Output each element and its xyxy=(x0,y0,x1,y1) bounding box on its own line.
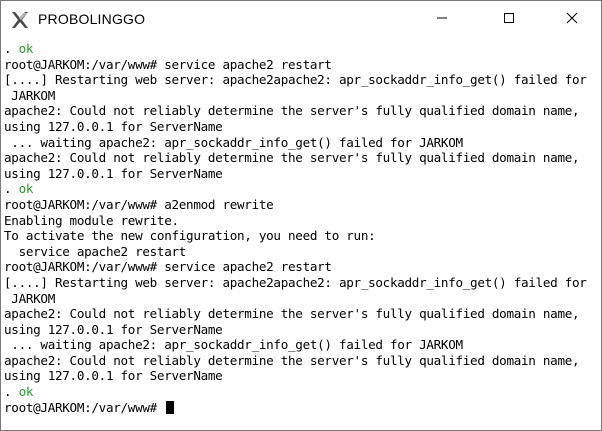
terminal-cursor xyxy=(166,400,175,414)
line-text: root@JARKOM:/var/www# service apache2 re… xyxy=(4,56,332,72)
terminal-line: [....] Restarting web server: apache2apa… xyxy=(4,275,587,291)
line-text: apache2: Could not reliably determine th… xyxy=(4,103,580,119)
line-text: [....] Restarting web server: apache2apa… xyxy=(4,72,587,88)
terminal-line: ... waiting apache2: apr_sockaddr_info_g… xyxy=(4,135,587,151)
terminal-line: To activate the new configuration, you n… xyxy=(4,228,587,244)
terminal-line: apache2: Could not reliably determine th… xyxy=(4,353,587,369)
terminal-output[interactable]: . ok root@JARKOM:/var/www# service apache… xyxy=(1,39,601,430)
minimize-button[interactable] xyxy=(419,1,465,39)
terminal-window: PROBOLINGGO . ok root@JARKOM:/var/www# se… xyxy=(0,0,602,431)
status-prefix: . xyxy=(4,181,19,197)
terminal-line: [....] Restarting web server: apache2apa… xyxy=(4,72,587,88)
line-text: ... waiting apache2: apr_sockaddr_info_g… xyxy=(4,337,463,353)
terminal-line: . ok xyxy=(4,181,587,197)
line-text: using 127.0.0.1 for ServerName xyxy=(4,118,223,134)
status-prefix: . xyxy=(4,384,19,400)
line-text: using 127.0.0.1 for ServerName xyxy=(4,321,223,337)
line-text: service apache2 restart xyxy=(4,243,187,259)
terminal-line: apache2: Could not reliably determine th… xyxy=(4,306,587,322)
ok-status: ok xyxy=(18,384,34,400)
window-title: PROBOLINGGO xyxy=(38,11,146,27)
terminal-lines: . ok root@JARKOM:/var/www# service apache… xyxy=(4,41,587,415)
maximize-button[interactable] xyxy=(486,1,532,39)
line-text: ... waiting apache2: apr_sockaddr_info_g… xyxy=(4,134,463,150)
line-text: Enabling module rewrite. xyxy=(4,212,179,228)
minimize-icon xyxy=(436,11,448,29)
ok-status: ok xyxy=(18,181,34,197)
line-text: using 127.0.0.1 for ServerName xyxy=(4,165,223,181)
putty-x-icon[interactable] xyxy=(10,10,30,30)
terminal-line: . ok xyxy=(4,41,587,57)
line-text: root@JARKOM:/var/www# a2enmod rewrite xyxy=(4,196,274,212)
line-text: JARKOM xyxy=(4,290,55,306)
line-text: root@JARKOM:/var/www# service apache2 re… xyxy=(4,259,332,275)
terminal-line: root@JARKOM:/var/www# a2enmod rewrite xyxy=(4,197,587,213)
terminal-line: root@JARKOM:/var/www# service apache2 re… xyxy=(4,57,587,73)
terminal-line: ... waiting apache2: apr_sockaddr_info_g… xyxy=(4,337,587,353)
terminal-line: root@JARKOM:/var/www# service apache2 re… xyxy=(4,259,587,275)
status-prefix: . xyxy=(4,41,19,56)
line-text: JARKOM xyxy=(4,87,55,103)
terminal-line: apache2: Could not reliably determine th… xyxy=(4,150,587,166)
terminal-line: using 127.0.0.1 for ServerName xyxy=(4,119,587,135)
terminal-line: . ok xyxy=(4,384,587,400)
line-text: [....] Restarting web server: apache2apa… xyxy=(4,274,587,290)
terminal-line: apache2: Could not reliably determine th… xyxy=(4,103,587,119)
title-bar[interactable]: PROBOLINGGO xyxy=(1,1,601,39)
maximize-icon xyxy=(503,11,515,29)
line-text: using 127.0.0.1 for ServerName xyxy=(4,368,223,384)
terminal-line: using 127.0.0.1 for ServerName xyxy=(4,368,587,384)
terminal-line: service apache2 restart xyxy=(4,244,587,260)
ok-status: ok xyxy=(18,41,34,56)
terminal-line: using 127.0.0.1 for ServerName xyxy=(4,166,587,182)
terminal-line: JARKOM xyxy=(4,88,587,104)
line-text: apache2: Could not reliably determine th… xyxy=(4,306,580,322)
terminal-line: JARKOM xyxy=(4,291,587,307)
close-button[interactable] xyxy=(549,1,595,39)
line-text: To activate the new configuration, you n… xyxy=(4,228,376,244)
line-text: apache2: Could not reliably determine th… xyxy=(4,352,580,368)
terminal-line: using 127.0.0.1 for ServerName xyxy=(4,322,587,338)
terminal-line: Enabling module rewrite. xyxy=(4,213,587,229)
close-icon xyxy=(566,11,578,29)
line-text: apache2: Could not reliably determine th… xyxy=(4,150,580,166)
terminal-line: root@JARKOM:/var/www# xyxy=(4,400,587,416)
line-text: root@JARKOM:/var/www# xyxy=(4,399,165,415)
